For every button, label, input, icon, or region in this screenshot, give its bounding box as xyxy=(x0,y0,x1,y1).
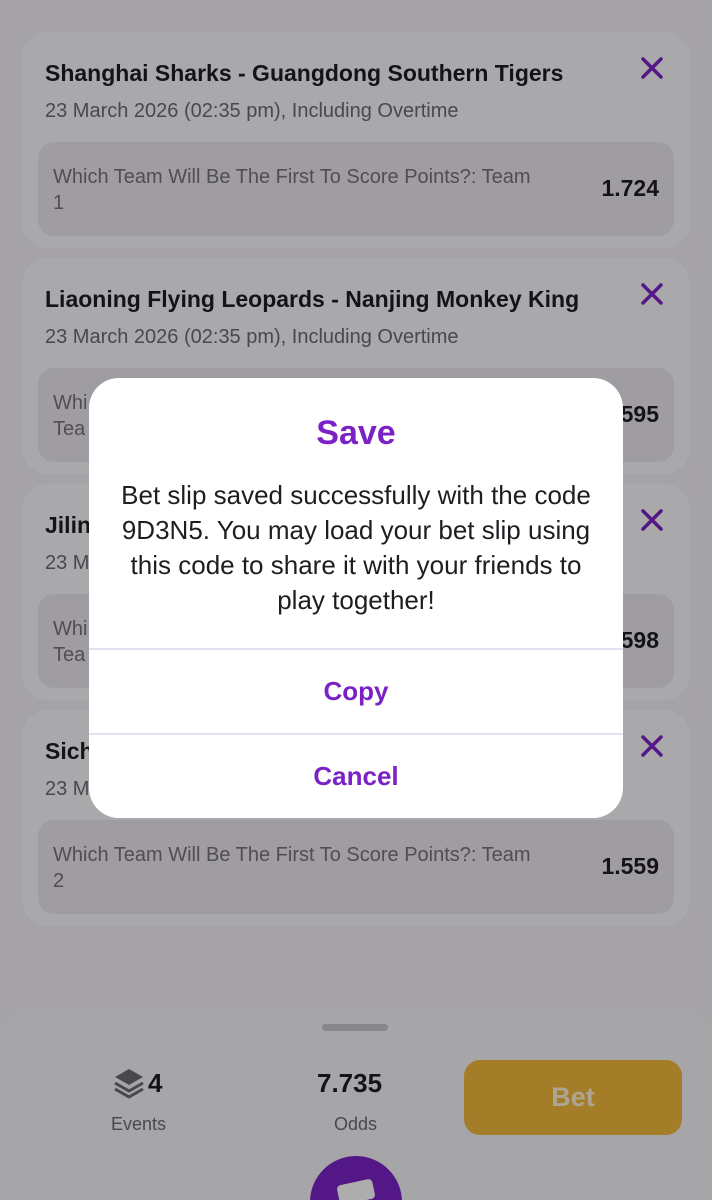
save-dialog: Save Bet slip saved successfully with th… xyxy=(89,378,623,818)
bet-slip-page: Shanghai Sharks - Guangdong Southern Tig… xyxy=(0,0,712,1200)
dialog-title: Save xyxy=(316,414,396,452)
copy-button[interactable]: Copy xyxy=(89,650,623,732)
dialog-message: Bet slip saved successfully with the cod… xyxy=(121,480,591,615)
cancel-button[interactable]: Cancel xyxy=(89,735,623,817)
